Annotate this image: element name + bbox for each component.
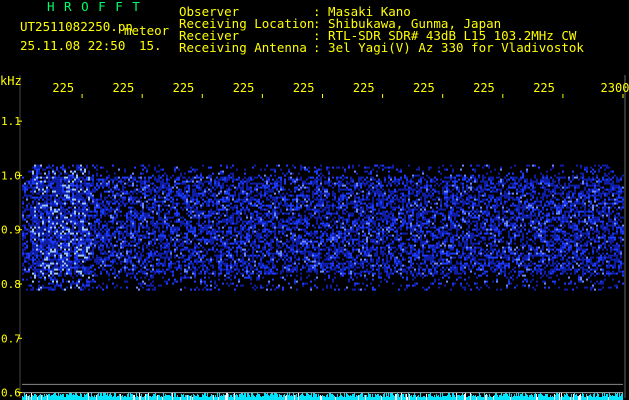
y-tick-label: 0.8 bbox=[1, 278, 21, 291]
y-tick-label: 0.9 bbox=[1, 224, 21, 237]
signal-noise-band bbox=[22, 164, 624, 291]
x-tick-label: 225 bbox=[52, 81, 74, 95]
spectrogram-chart: 1.1 1.0 0.9 0.8 0.7 0.6 225 225 225 225 225 225 225 2… bbox=[1, 75, 629, 400]
y-tick-label: 1.0 bbox=[1, 169, 21, 182]
x-tick-label: 225 bbox=[293, 81, 315, 95]
x-tick-label: 225 bbox=[233, 81, 255, 95]
x-tick-label: 225 bbox=[473, 81, 495, 95]
y-tick-label: 0.6 bbox=[1, 387, 21, 400]
y-tick-label: 1.1 bbox=[1, 115, 21, 128]
y-tick-label: 0.7 bbox=[1, 332, 21, 345]
x-tick-label: 225 bbox=[413, 81, 435, 95]
x-tick-label: 225 bbox=[353, 81, 375, 95]
x-tick-label: 225 bbox=[173, 81, 195, 95]
x-tick-label: 2300 bbox=[601, 81, 629, 95]
x-tick-label: 225 bbox=[113, 81, 135, 95]
baseline-strip bbox=[22, 393, 623, 400]
x-tick-label: 225 bbox=[533, 81, 555, 95]
y-axis-unit-label: kHz bbox=[0, 74, 22, 88]
